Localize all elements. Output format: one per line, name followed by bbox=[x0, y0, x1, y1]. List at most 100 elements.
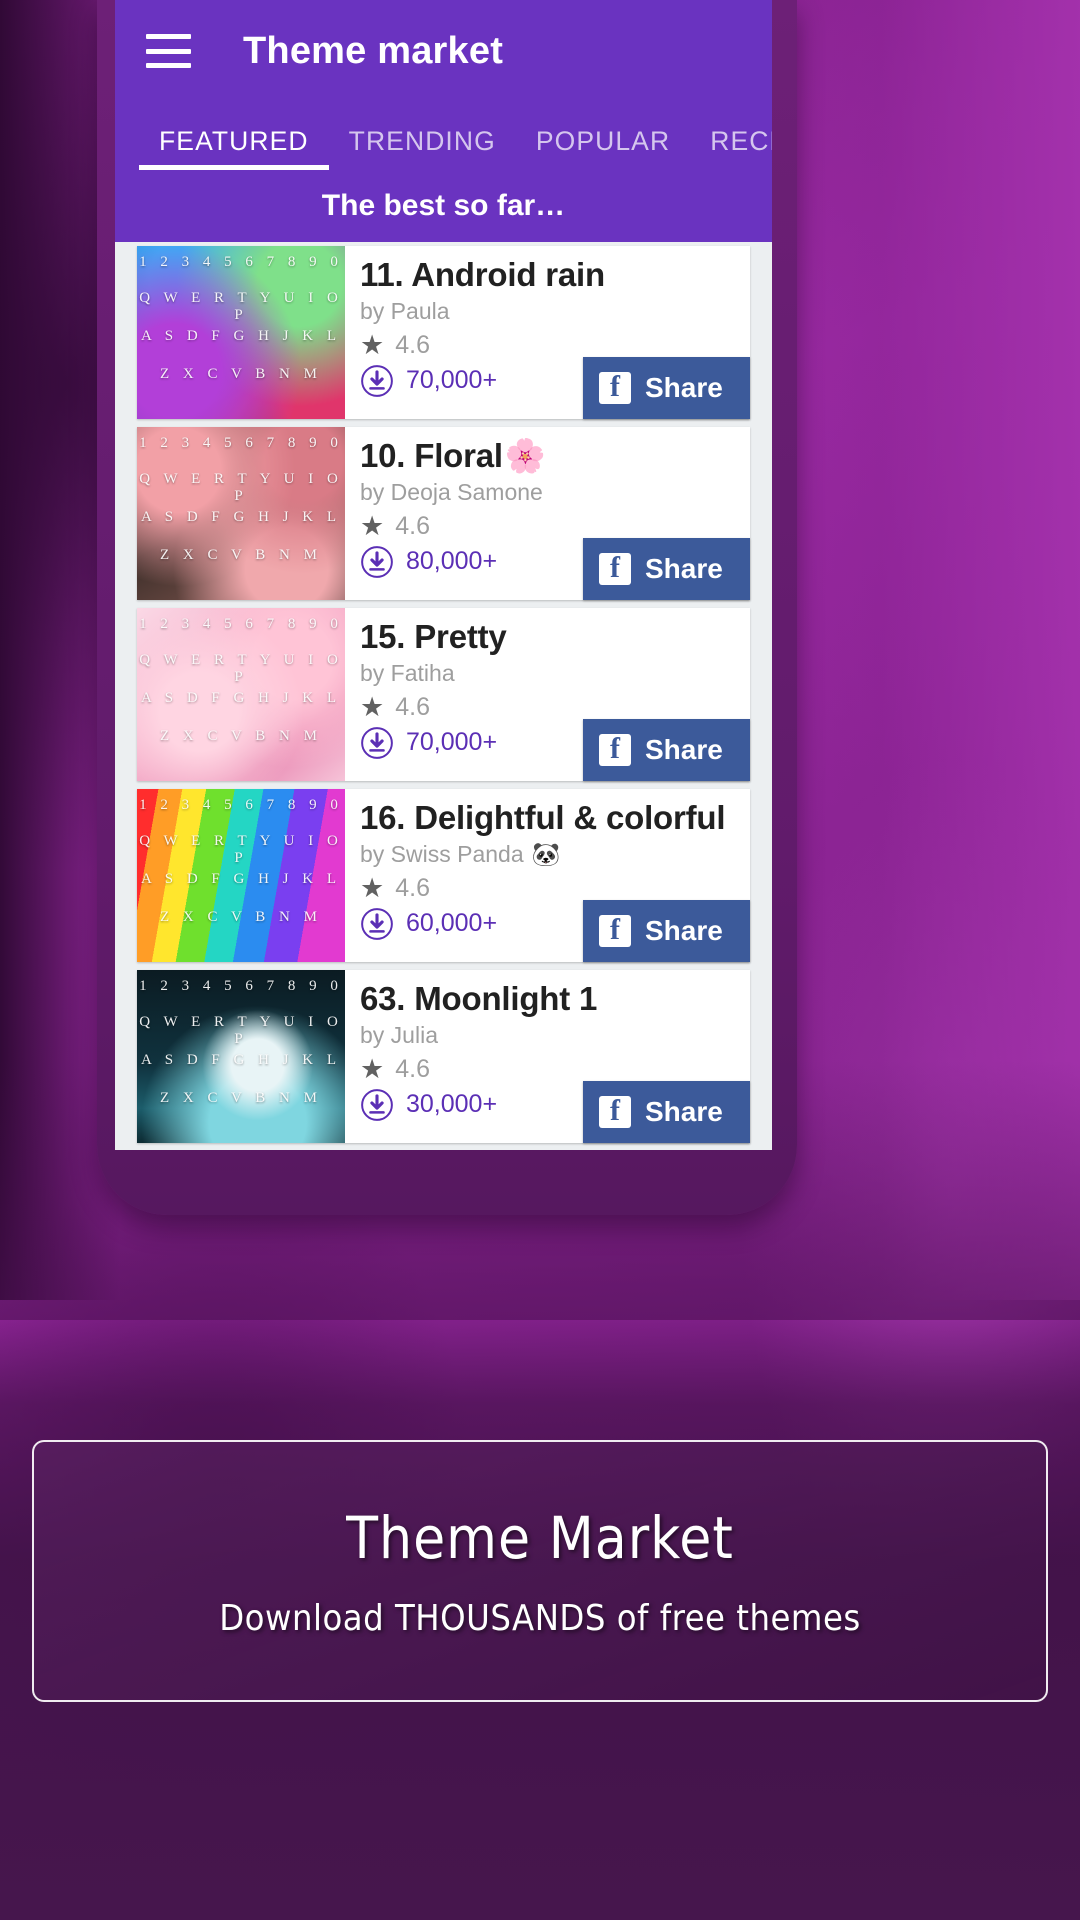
theme-download-count: 30,000+ bbox=[406, 1090, 498, 1119]
theme-rating-value: 4.6 bbox=[395, 873, 430, 902]
theme-author-row: by Swiss Panda 🐼 bbox=[360, 841, 750, 868]
tab-trending[interactable]: TRENDING bbox=[329, 126, 516, 170]
promo-title: Theme Market bbox=[346, 1503, 734, 1572]
share-button-label: Share bbox=[645, 553, 723, 584]
facebook-share-button[interactable]: Share bbox=[583, 719, 750, 781]
section-subtitle: The best so far… bbox=[115, 170, 772, 242]
facebook-icon bbox=[599, 734, 631, 766]
thumb-keyboard-row: A S D F G H J K L bbox=[140, 871, 342, 887]
download-icon bbox=[361, 546, 393, 578]
theme-download-count: 70,000+ bbox=[406, 728, 498, 757]
theme-title: 63. Moonlight 1 bbox=[360, 980, 598, 1017]
tab-featured[interactable]: FEATURED bbox=[139, 126, 329, 170]
theme-title-row: 10. Floral 🌸 bbox=[360, 437, 750, 475]
theme-author: by Swiss Panda bbox=[360, 840, 524, 867]
theme-rating-row: ★ 4.6 bbox=[360, 874, 750, 903]
thumb-keyboard-row: A S D F G H J K L bbox=[140, 690, 342, 706]
theme-thumbnail[interactable]: 1 2 3 4 5 6 7 8 9 0 Q W E R T Y U I O P A … bbox=[137, 789, 345, 962]
facebook-icon bbox=[599, 372, 631, 404]
download-icon bbox=[361, 1089, 393, 1121]
star-icon: ★ bbox=[360, 329, 385, 360]
theme-rating-row: ★ 4.6 bbox=[360, 512, 750, 541]
thumb-keyboard-row: Q W E R T Y U I O P bbox=[139, 833, 343, 866]
theme-title: 15. Pretty bbox=[360, 618, 507, 655]
tab-recent[interactable]: RECENT bbox=[690, 126, 772, 170]
theme-author-emoji: 🐼 bbox=[531, 840, 561, 867]
theme-rating-row: ★ 4.6 bbox=[360, 331, 750, 360]
facebook-icon bbox=[599, 915, 631, 947]
theme-thumbnail[interactable]: 1 2 3 4 5 6 7 8 9 0 Q W E R T Y U I O P A … bbox=[137, 427, 345, 600]
theme-author-row: by Julia bbox=[360, 1022, 750, 1049]
theme-author-row: by Fatiha bbox=[360, 660, 750, 687]
theme-title-row: 16. Delightful & colorful bbox=[360, 799, 750, 837]
theme-thumbnail[interactable]: 1 2 3 4 5 6 7 8 9 0 Q W E R T Y U I O P A … bbox=[137, 246, 345, 419]
theme-title: 10. Floral bbox=[360, 437, 503, 474]
promo-subtitle: Download THOUSANDS of free themes bbox=[219, 1597, 861, 1639]
theme-rating-value: 4.6 bbox=[395, 330, 430, 359]
thumb-keyboard-row: Q W E R T Y U I O P bbox=[139, 290, 343, 323]
theme-thumbnail[interactable]: 1 2 3 4 5 6 7 8 9 0 Q W E R T Y U I O P A … bbox=[137, 608, 345, 781]
theme-rating-row: ★ 4.6 bbox=[360, 1055, 750, 1084]
theme-title-row: 63. Moonlight 1 bbox=[360, 980, 750, 1018]
star-icon: ★ bbox=[360, 872, 385, 903]
thumb-keyboard-row: Z X C V B N M bbox=[160, 547, 322, 563]
thumb-keyboard-row: A S D F G H J K L bbox=[140, 328, 342, 344]
theme-card[interactable]: 1 2 3 4 5 6 7 8 9 0 Q W E R T Y U I O P A … bbox=[137, 970, 750, 1143]
thumb-keyboard-row: 1 2 3 4 5 6 7 8 9 0 bbox=[139, 797, 343, 813]
theme-rating-value: 4.6 bbox=[395, 511, 430, 540]
thumb-keyboard-row: Q W E R T Y U I O P bbox=[139, 1014, 343, 1047]
theme-title: 11. Android rain bbox=[360, 256, 605, 293]
thumb-keyboard-row: 1 2 3 4 5 6 7 8 9 0 bbox=[139, 435, 343, 451]
theme-author: by Paula bbox=[360, 297, 450, 324]
thumb-keyboard-row: Z X C V B N M bbox=[160, 1090, 322, 1106]
theme-card[interactable]: 1 2 3 4 5 6 7 8 9 0 Q W E R T Y U I O P A … bbox=[137, 789, 750, 962]
hamburger-menu-icon[interactable] bbox=[146, 34, 191, 68]
section-subtitle-label: The best so far… bbox=[321, 189, 566, 222]
theme-card-body: 63. Moonlight 1 by Julia ★ 4.6 30,000+ f… bbox=[345, 970, 750, 1143]
theme-title: 16. Delightful & colorful bbox=[360, 799, 726, 836]
theme-list[interactable]: 1 2 3 4 5 6 7 8 9 0 Q W E R T Y U I O P A … bbox=[115, 242, 772, 1143]
facebook-share-button[interactable]: Share bbox=[583, 1081, 750, 1143]
theme-rating-row: ★ 4.6 bbox=[360, 693, 750, 722]
thumb-keyboard-row: Q W E R T Y U I O P bbox=[139, 652, 343, 685]
theme-rating-value: 4.6 bbox=[395, 1054, 430, 1083]
theme-thumbnail[interactable]: 1 2 3 4 5 6 7 8 9 0 Q W E R T Y U I O P A … bbox=[137, 970, 345, 1143]
theme-author-row: by Deoja Samone bbox=[360, 479, 750, 506]
theme-card[interactable]: 1 2 3 4 5 6 7 8 9 0 Q W E R T Y U I O P A … bbox=[137, 427, 750, 600]
thumb-keyboard-row: Z X C V B N M bbox=[160, 366, 322, 382]
thumb-keyboard-row: 1 2 3 4 5 6 7 8 9 0 bbox=[139, 978, 343, 994]
theme-title-row: 15. Pretty bbox=[360, 618, 750, 656]
page-title: Theme market bbox=[243, 29, 504, 72]
thumb-keyboard-row: 1 2 3 4 5 6 7 8 9 0 bbox=[139, 616, 343, 632]
facebook-icon bbox=[599, 553, 631, 585]
theme-author-row: by Paula bbox=[360, 298, 750, 325]
facebook-share-button[interactable]: Share bbox=[583, 357, 750, 419]
app-bar-top-row: Theme market bbox=[115, 0, 772, 102]
promo-caption-box: Theme Market Download THOUSANDS of free … bbox=[32, 1440, 1048, 1702]
tab-bar: FEATURED TRENDING POPULAR RECENT bbox=[115, 102, 772, 170]
share-button-label: Share bbox=[645, 734, 723, 765]
theme-title-row: 11. Android rain bbox=[360, 256, 750, 294]
theme-card[interactable]: 1 2 3 4 5 6 7 8 9 0 Q W E R T Y U I O P A … bbox=[137, 246, 750, 419]
thumb-keyboard-row: A S D F G H J K L bbox=[140, 1052, 342, 1068]
share-button-label: Share bbox=[645, 1096, 723, 1127]
tab-popular[interactable]: POPULAR bbox=[516, 126, 690, 170]
theme-rating-value: 4.6 bbox=[395, 692, 430, 721]
star-icon: ★ bbox=[360, 510, 385, 541]
thumb-keyboard-row: Z X C V B N M bbox=[160, 909, 322, 925]
theme-download-count: 70,000+ bbox=[406, 366, 498, 395]
download-icon bbox=[361, 365, 393, 397]
star-icon: ★ bbox=[360, 691, 385, 722]
thumb-keyboard-row: Q W E R T Y U I O P bbox=[139, 471, 343, 504]
theme-card-body: 10. Floral 🌸 by Deoja Samone ★ 4.6 80,00… bbox=[345, 427, 750, 600]
phone-screen: Theme market FEATURED TRENDING POPULAR R… bbox=[115, 0, 772, 1150]
theme-card-body: 16. Delightful & colorful by Swiss Panda… bbox=[345, 789, 750, 962]
thumb-keyboard-row: Z X C V B N M bbox=[160, 728, 322, 744]
theme-download-count: 80,000+ bbox=[406, 547, 498, 576]
theme-card[interactable]: 1 2 3 4 5 6 7 8 9 0 Q W E R T Y U I O P A … bbox=[137, 608, 750, 781]
theme-author: by Deoja Samone bbox=[360, 478, 543, 505]
facebook-share-button[interactable]: Share bbox=[583, 538, 750, 600]
theme-author: by Fatiha bbox=[360, 659, 455, 686]
facebook-share-button[interactable]: Share bbox=[583, 900, 750, 962]
theme-download-count: 60,000+ bbox=[406, 909, 498, 938]
